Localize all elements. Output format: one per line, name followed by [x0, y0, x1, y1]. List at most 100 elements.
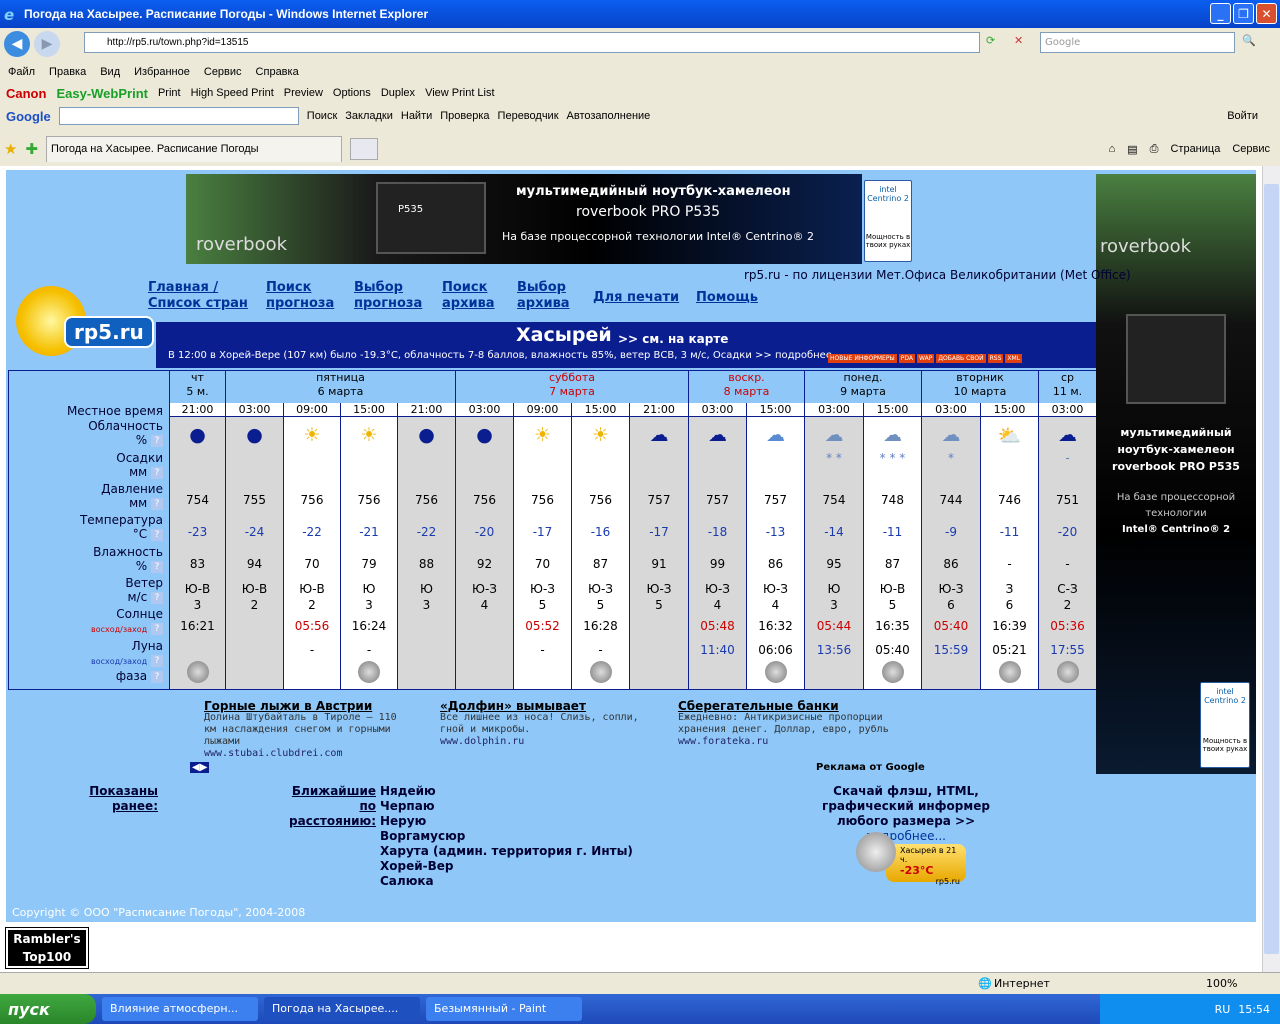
humidity-cell: 87: [592, 557, 609, 571]
label-precip-unit: мм: [129, 465, 148, 479]
help-icon[interactable]: ?: [151, 434, 163, 447]
badge-wap[interactable]: WAP: [916, 354, 935, 363]
nearest-link[interactable]: Черпаю: [380, 799, 633, 814]
start-button[interactable]: пуск: [0, 994, 96, 1024]
ad-ski-title: Горные лыжи в Австрии: [204, 699, 373, 713]
minimize-button[interactable]: _: [1210, 3, 1231, 24]
nav-select-archive[interactable]: Выбор архива: [517, 280, 570, 312]
high-speed-print-button[interactable]: High Speed Print: [191, 87, 274, 99]
options-button[interactable]: Options: [333, 87, 371, 99]
badge-xml[interactable]: XML: [1005, 354, 1023, 363]
nearest-link[interactable]: Харута (админ. территория г. Инты): [380, 844, 633, 859]
home-icon[interactable]: ⌂: [1109, 143, 1116, 156]
search-input[interactable]: Google: [1040, 32, 1235, 53]
refresh-icon[interactable]: ⟳: [986, 34, 995, 47]
url-field[interactable]: http://rp5.ru/town.php?id=13515: [84, 32, 980, 53]
scroll-thumb[interactable]: [1264, 184, 1279, 954]
menu-file[interactable]: Файл: [8, 66, 35, 78]
tools-menu[interactable]: Сервис: [1232, 143, 1270, 156]
menu-tools[interactable]: Сервис: [204, 66, 242, 78]
favorites-star-icon[interactable]: ★: [4, 140, 17, 158]
print-icon[interactable]: ⎙: [1150, 143, 1159, 156]
help-icon[interactable]: ?: [151, 591, 163, 604]
nav-help[interactable]: Помощь: [696, 290, 758, 306]
map-link[interactable]: >> см. на карте: [618, 332, 728, 346]
rambler-top100-badge[interactable]: Rambler's Top100: [5, 927, 89, 969]
menu-edit[interactable]: Правка: [49, 66, 86, 78]
back-button[interactable]: ◀: [4, 31, 30, 57]
print-button[interactable]: Print: [158, 87, 181, 99]
ad-arrows[interactable]: ◀▶: [190, 762, 210, 773]
taskbar: пуск Влияние атмосферн... Погода на Хасы…: [0, 994, 1280, 1024]
nearest-label[interactable]: Ближайшие по расстоянию:: [286, 784, 376, 829]
duplex-button[interactable]: Duplex: [381, 87, 415, 99]
badge-new-informers[interactable]: НОВЫЕ ИНФОРМЕРЫ: [828, 354, 897, 363]
shown-before-label[interactable]: Показаны ранее:: [86, 784, 158, 814]
close-button[interactable]: ✕: [1256, 3, 1277, 24]
menu-view[interactable]: Вид: [100, 66, 120, 78]
nav-home[interactable]: Главная / Список стран: [148, 280, 248, 312]
stop-icon[interactable]: ✕: [1014, 34, 1023, 47]
ad-ski[interactable]: Горные лыжи в Австрии Долина Штубайталь в…: [204, 700, 414, 760]
language-indicator[interactable]: RU: [1215, 1003, 1231, 1016]
nearest-link[interactable]: Нядейю: [380, 784, 633, 799]
top-banner-ad[interactable]: roverbook P535 мультимедийный ноутбук-ха…: [186, 174, 912, 264]
side-banner-ad[interactable]: roverbook мультимедийный ноутбук-хамелео…: [1096, 174, 1256, 774]
tab-active[interactable]: Погода на Хасырее. Расписание Погоды: [46, 136, 343, 162]
task-item[interactable]: Влияние атмосферн...: [102, 997, 258, 1021]
autofill-button[interactable]: Автозаполнение: [567, 110, 651, 122]
ad-dolphin[interactable]: «Долфин» вымывает Все лишнее из носа! Сли…: [440, 700, 640, 748]
temp-cell: -17: [649, 525, 669, 539]
google-search-input[interactable]: [58, 107, 299, 125]
badge-pda[interactable]: PDA: [898, 354, 915, 363]
task-item-active[interactable]: Погода на Хасырее....: [264, 997, 420, 1021]
badge-rss[interactable]: RSS: [987, 354, 1004, 363]
help-icon[interactable]: ?: [151, 560, 163, 573]
search-icon[interactable]: 🔍: [1242, 34, 1256, 47]
help-icon[interactable]: ?: [151, 670, 163, 683]
nav-search-archive[interactable]: Поиск архива: [442, 280, 495, 312]
canon-logo: Canon: [6, 85, 47, 101]
preview-button[interactable]: Preview: [284, 87, 323, 99]
forecast-column: 15:00 ☀ 756 -21 79 Ю 3 16:24 -: [340, 371, 397, 689]
informer-widget[interactable]: Хасырей в 21 ч. -23°C rp5.ru: [856, 832, 966, 886]
help-icon[interactable]: ?: [151, 466, 163, 479]
feeds-icon[interactable]: ▤: [1127, 143, 1137, 156]
zoom-level[interactable]: 100%: [1206, 977, 1237, 990]
google-search-button[interactable]: Поиск: [307, 110, 337, 122]
new-tab-button[interactable]: [350, 138, 379, 160]
view-print-list-button[interactable]: View Print List: [425, 87, 495, 99]
snow-cloud-icon: ☁: [883, 424, 902, 446]
find-button[interactable]: Найти: [401, 110, 432, 122]
rp5-logo[interactable]: rp5.ru: [6, 268, 166, 368]
nearest-link[interactable]: Нерую: [380, 814, 633, 829]
nearest-link[interactable]: Салюка: [380, 874, 633, 889]
sun-cloud-icon: ⛅: [997, 424, 1022, 447]
forward-button[interactable]: ▶: [34, 31, 60, 57]
help-icon[interactable]: ?: [151, 497, 163, 510]
menu-help[interactable]: Справка: [256, 66, 299, 78]
nearest-link[interactable]: Хорей-Вер: [380, 859, 633, 874]
nav-print[interactable]: Для печати: [593, 290, 679, 306]
nav-search-forecast[interactable]: Поиск прогноза: [266, 280, 334, 312]
menu-favorites[interactable]: Избранное: [134, 66, 190, 78]
nearest-link[interactable]: Воргамусюр: [380, 829, 633, 844]
help-icon[interactable]: ?: [151, 528, 163, 541]
easy-webprint-button[interactable]: Easy-WebPrint: [56, 86, 148, 101]
badge-add[interactable]: ДОБАВЬ СВОЙ: [936, 354, 986, 363]
task-item[interactable]: Безымянный - Paint: [426, 997, 582, 1021]
add-favorites-icon[interactable]: ✚: [25, 140, 38, 158]
page-menu[interactable]: Страница: [1170, 143, 1220, 156]
spellcheck-button[interactable]: Проверка: [440, 110, 489, 122]
night-clear-icon: ●: [246, 424, 263, 446]
translate-button[interactable]: Переводчик: [498, 110, 559, 122]
bookmarks-button[interactable]: Закладки: [345, 110, 393, 122]
maximize-button[interactable]: ❐: [1233, 3, 1254, 24]
vertical-scrollbar[interactable]: [1262, 166, 1280, 972]
sign-in-button[interactable]: Войти: [1227, 110, 1258, 122]
pressure-cell: 744: [939, 493, 963, 507]
help-icon[interactable]: ?: [151, 622, 163, 635]
nav-select-forecast[interactable]: Выбор прогноза: [354, 280, 422, 312]
help-icon[interactable]: ?: [151, 654, 163, 667]
ad-bank[interactable]: Сберегательные банки Ежедневно: Антикризи…: [678, 700, 898, 748]
